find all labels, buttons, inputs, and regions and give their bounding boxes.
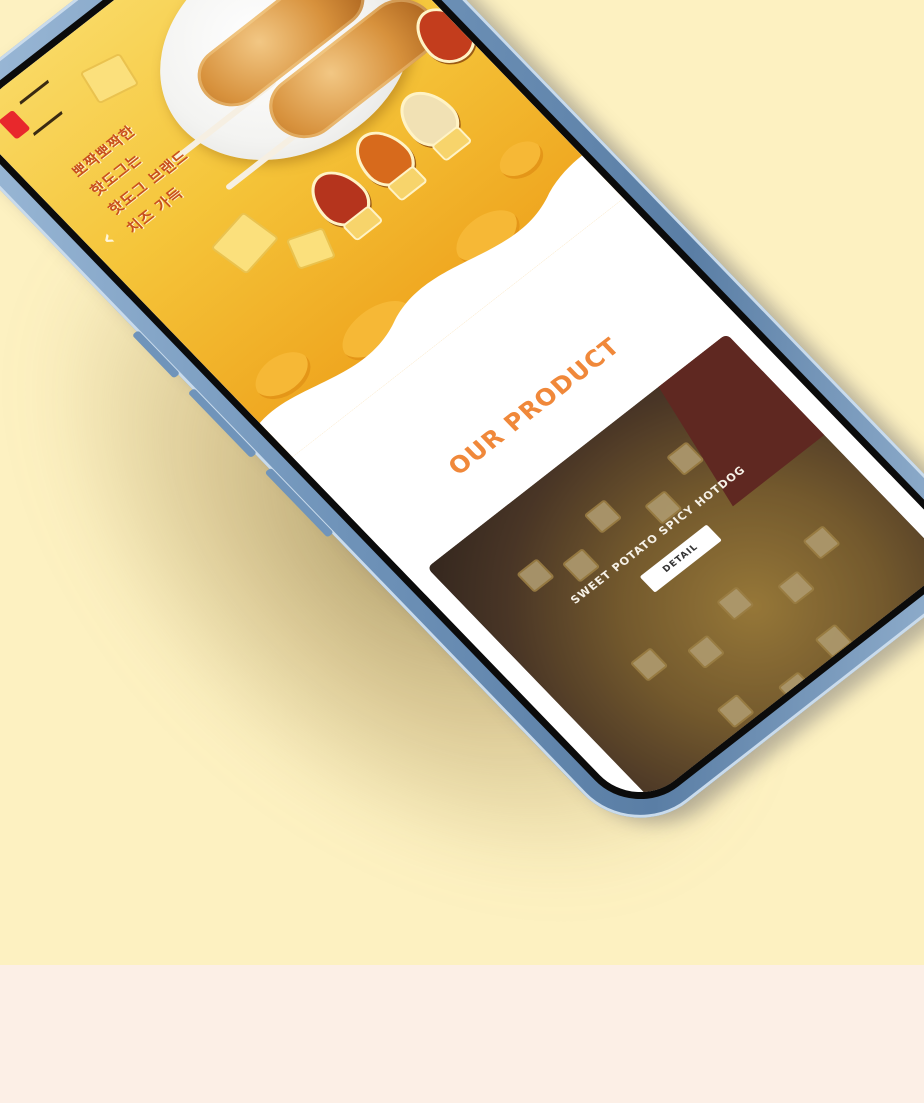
cheese-cube xyxy=(210,211,280,275)
chevron-left-icon[interactable]: ‹ xyxy=(94,225,121,251)
cheese-cube xyxy=(79,52,140,105)
footer-band xyxy=(0,965,924,1103)
cheese-cube xyxy=(285,227,337,270)
brand-logo[interactable] xyxy=(0,79,69,146)
page-backdrop: ‹ 뽀짝뽀짝한 핫도그는 핫도그 브랜드 치즈 가득 OUR PRODUCT S… xyxy=(0,0,924,965)
